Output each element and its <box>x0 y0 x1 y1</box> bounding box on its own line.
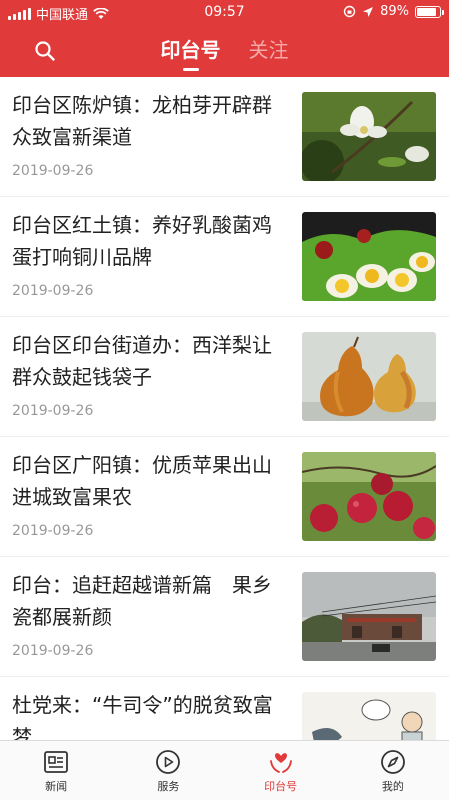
article-title: 印台区陈炉镇：龙柏芽开辟群众致富新渠道 <box>12 93 272 149</box>
article-title: 印台区印台街道办：西洋梨让群众鼓起钱袋子 <box>12 333 272 389</box>
rotation-lock-icon <box>343 5 356 18</box>
article-title: 印台区红土镇：养好乳酸菌鸡蛋打响铜川品牌 <box>12 213 272 269</box>
battery-icon <box>415 5 444 18</box>
white-blossom-photo <box>302 92 436 181</box>
article-thumbnail <box>302 452 436 541</box>
tabbar-label: 我的 <box>381 780 404 793</box>
heart-hands-icon <box>269 753 292 773</box>
article-thumbnail <box>302 692 436 740</box>
article-thumbnail <box>302 92 436 181</box>
location-arrow-icon <box>363 6 374 17</box>
article-title: 印台区广阳镇：优质苹果出山进城致富果农 <box>12 453 272 509</box>
battery-percentage: 89% <box>380 4 409 19</box>
compass-icon <box>380 750 405 774</box>
article-feed: 印台区陈炉镇：龙柏芽开辟群众致富新渠道 2019-09-26 印台区红土镇：养好… <box>0 77 449 740</box>
article-item[interactable]: 印台区广阳镇：优质苹果出山进城致富果农 2019-09-26 <box>0 437 449 557</box>
pears-photo <box>302 332 436 421</box>
article-thumbnail <box>302 572 436 661</box>
article-item[interactable]: 印台区陈炉镇：龙柏芽开辟群众致富新渠道 2019-09-26 <box>0 77 449 197</box>
article-date: 2019-09-26 <box>12 283 94 299</box>
village-street-photo <box>302 572 436 661</box>
article-date: 2019-09-26 <box>12 403 94 419</box>
top-tabs: 印台号 关注 <box>0 34 449 71</box>
article-date: 2019-09-26 <box>12 523 94 539</box>
app-header: 中国联通 09:57 89% 印台号 关注 <box>0 0 449 77</box>
newspaper-icon <box>44 751 69 773</box>
status-bar: 中国联通 09:57 89% <box>0 0 449 26</box>
article-item[interactable]: 印台区印台街道办：西洋梨让群众鼓起钱袋子 2019-09-26 <box>0 317 449 437</box>
red-apples-photo <box>302 452 436 541</box>
tabbar-label: 服务 <box>157 780 180 793</box>
play-circle-icon <box>156 750 181 774</box>
article-item[interactable]: 杜党来：“牛司令”的脱贫致富梦 <box>0 677 449 740</box>
article-thumbnail <box>302 332 436 421</box>
tabbar-item-news[interactable]: 新闻 <box>0 741 112 800</box>
active-tab-indicator <box>182 68 199 71</box>
article-title: 杜党来：“牛司令”的脱贫致富梦 <box>12 693 273 740</box>
article-thumbnail <box>302 212 436 301</box>
top-nav: 印台号 关注 <box>0 26 449 77</box>
tabbar-item-yintai-hao[interactable]: 印台号 <box>225 741 337 800</box>
article-item[interactable]: 印台区红土镇：养好乳酸菌鸡蛋打响铜川品牌 2019-09-26 <box>0 197 449 317</box>
tabbar-item-services[interactable]: 服务 <box>112 741 224 800</box>
tabbar-item-mine[interactable]: 我的 <box>337 741 449 800</box>
eggs-and-tomato-photo <box>302 212 436 301</box>
tab-following[interactable]: 关注 <box>249 34 289 71</box>
tabbar-label: 印台号 <box>264 780 298 793</box>
article-date: 2019-09-26 <box>12 643 94 659</box>
tabbar-label: 新闻 <box>45 780 68 793</box>
bottom-tab-bar: 新闻 服务 印台号 我的 <box>0 740 449 800</box>
article-title: 印台：追赶超越谱新篇 果乡瓷都展新颜 <box>12 573 272 629</box>
tab-yintai-hao[interactable]: 印台号 <box>161 34 221 71</box>
cartoon-illustration <box>302 692 436 740</box>
article-item[interactable]: 印台：追赶超越谱新篇 果乡瓷都展新颜 2019-09-26 <box>0 557 449 677</box>
article-date: 2019-09-26 <box>12 163 94 179</box>
